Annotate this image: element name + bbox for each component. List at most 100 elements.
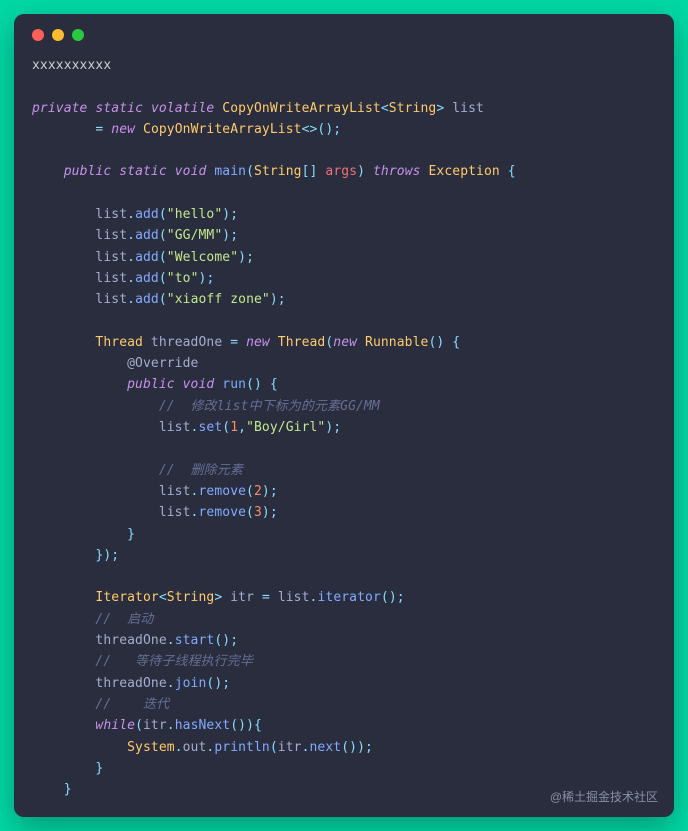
kw-new: new bbox=[333, 335, 357, 350]
punct: . bbox=[302, 740, 310, 755]
type: String bbox=[389, 101, 437, 116]
var: list bbox=[95, 271, 127, 286]
fn-main: main bbox=[214, 164, 246, 179]
kw-while: while bbox=[95, 718, 135, 733]
type: Runnable bbox=[365, 335, 428, 350]
fn: hasNext bbox=[175, 718, 231, 733]
comment: // 迭代 bbox=[95, 697, 169, 712]
var: list bbox=[159, 484, 191, 499]
type: Iterator bbox=[95, 590, 158, 605]
fn: println bbox=[214, 740, 270, 755]
var: list bbox=[278, 590, 310, 605]
punct: ( bbox=[159, 292, 167, 307]
kw-private: private bbox=[32, 101, 88, 116]
var: threadOne bbox=[95, 676, 166, 691]
str: "xiaoff zone" bbox=[167, 292, 270, 307]
fn: next bbox=[310, 740, 342, 755]
punct: { bbox=[508, 164, 516, 179]
fn: set bbox=[198, 420, 222, 435]
kw-static: static bbox=[119, 164, 167, 179]
var: list bbox=[159, 505, 191, 520]
punct: ( bbox=[159, 228, 167, 243]
comment: // 启动 bbox=[95, 612, 153, 627]
punct: (); bbox=[381, 590, 405, 605]
close-icon[interactable] bbox=[32, 29, 44, 41]
annotation: @Override bbox=[127, 356, 198, 371]
comment: // 删除元素 bbox=[159, 463, 243, 478]
punct: }); bbox=[95, 548, 119, 563]
punct: ()){ bbox=[230, 718, 262, 733]
var: threadOne bbox=[151, 335, 222, 350]
punct: . bbox=[175, 740, 183, 755]
punct: ); bbox=[270, 292, 286, 307]
fn: add bbox=[135, 292, 159, 307]
var: list bbox=[95, 292, 127, 307]
punct: [] bbox=[302, 164, 318, 179]
window-titlebar bbox=[14, 29, 674, 55]
num: 1 bbox=[230, 420, 238, 435]
type: CopyOnWriteArrayList bbox=[143, 122, 302, 137]
num: 3 bbox=[254, 505, 262, 520]
var: list bbox=[159, 420, 191, 435]
type: String bbox=[254, 164, 302, 179]
punct: . bbox=[127, 228, 135, 243]
var: threadOne bbox=[95, 633, 166, 648]
code-window: xxxxxxxxxx private static volatile CopyO… bbox=[14, 14, 674, 817]
op: = bbox=[262, 590, 270, 605]
punct: . bbox=[167, 718, 175, 733]
minimize-icon[interactable] bbox=[52, 29, 64, 41]
kw-void: void bbox=[183, 377, 215, 392]
fn: remove bbox=[198, 505, 246, 520]
fn-run: run bbox=[222, 377, 246, 392]
fn: add bbox=[135, 228, 159, 243]
punct: ( bbox=[135, 718, 143, 733]
punct: . bbox=[127, 207, 135, 222]
punct: ) bbox=[357, 164, 365, 179]
num: 2 bbox=[254, 484, 262, 499]
punct: ); bbox=[262, 484, 278, 499]
type: CopyOnWriteArrayList bbox=[222, 101, 381, 116]
punct: < bbox=[381, 101, 389, 116]
punct: () { bbox=[246, 377, 278, 392]
arg: args bbox=[325, 164, 357, 179]
var: itr bbox=[143, 718, 167, 733]
kw-static: static bbox=[95, 101, 143, 116]
punct: ( bbox=[270, 740, 278, 755]
kw-void: void bbox=[175, 164, 207, 179]
punct: ( bbox=[159, 271, 167, 286]
punct: > bbox=[214, 590, 222, 605]
fn: join bbox=[175, 676, 207, 691]
punct: < bbox=[159, 590, 167, 605]
str: "Welcome" bbox=[167, 250, 238, 265]
punct: . bbox=[127, 292, 135, 307]
punct: , bbox=[238, 420, 246, 435]
punct: ( bbox=[159, 250, 167, 265]
fn: add bbox=[135, 271, 159, 286]
punct: ); bbox=[222, 228, 238, 243]
comment: // 修改list中下标为的元素GG/MM bbox=[159, 399, 380, 414]
var: list bbox=[95, 207, 127, 222]
punct: (); bbox=[206, 676, 230, 691]
punct: ( bbox=[222, 420, 230, 435]
punct: () { bbox=[428, 335, 460, 350]
kw-new: new bbox=[111, 122, 135, 137]
punct: . bbox=[127, 250, 135, 265]
fn: iterator bbox=[317, 590, 380, 605]
type: Thread bbox=[95, 335, 143, 350]
var: itr bbox=[230, 590, 254, 605]
punct: ); bbox=[325, 420, 341, 435]
fn: start bbox=[175, 633, 215, 648]
punct: ( bbox=[246, 484, 254, 499]
punct: ()); bbox=[341, 740, 373, 755]
var: list bbox=[452, 101, 484, 116]
maximize-icon[interactable] bbox=[72, 29, 84, 41]
punct: . bbox=[167, 633, 175, 648]
kw-public: public bbox=[64, 164, 112, 179]
var: itr bbox=[278, 740, 302, 755]
punct: ( bbox=[159, 207, 167, 222]
var: out bbox=[183, 740, 207, 755]
fn: add bbox=[135, 207, 159, 222]
punct: . bbox=[127, 271, 135, 286]
punct: . bbox=[167, 676, 175, 691]
kw-volatile: volatile bbox=[151, 101, 214, 116]
